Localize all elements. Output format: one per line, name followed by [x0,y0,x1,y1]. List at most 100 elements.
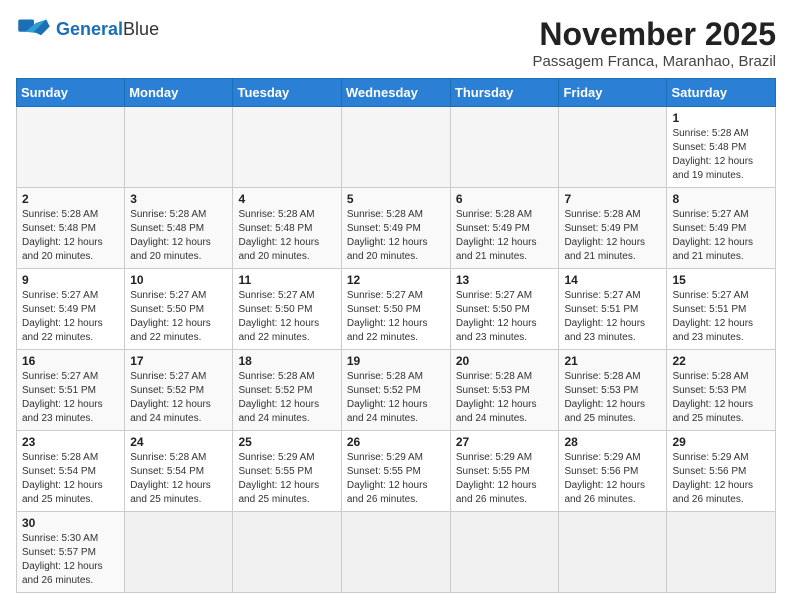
day-of-week-header: Sunday [17,79,125,107]
calendar-day-cell: 29 Sunrise: 5:29 AM Sunset: 5:56 PM Dayli… [667,431,776,512]
day-number: 21 [564,354,661,368]
day-info: Sunrise: 5:28 AM Sunset: 5:48 PM Dayligh… [672,127,770,183]
calendar-day-cell: 10Sunrise: 5:27 AM Sunset: 5:50 PM Dayli… [125,269,233,350]
day-info: Sunrise: 5:27 AM Sunset: 5:52 PM Dayligh… [130,370,227,426]
calendar-day-cell [233,107,341,188]
calendar-day-cell: 21 Sunrise: 5:28 AM Sunset: 5:53 PM Dayli… [559,350,667,431]
day-info: Sunrise: 5:27 AM Sunset: 5:49 PM Dayligh… [22,289,119,345]
calendar-day-cell: 28 Sunrise: 5:29 AM Sunset: 5:56 PM Dayli… [559,431,667,512]
day-number: 1 [672,111,770,125]
day-number: 14 [564,273,661,287]
calendar-day-cell [341,107,450,188]
day-info: Sunrise: 5:29 AM Sunset: 5:55 PM Dayligh… [347,451,445,507]
day-number: 30 [22,516,119,530]
day-number: 7 [564,192,661,206]
calendar-day-cell: 9 Sunrise: 5:27 AM Sunset: 5:49 PM Daylig… [17,269,125,350]
calendar-day-cell: 3Sunrise: 5:28 AM Sunset: 5:48 PM Daylig… [125,188,233,269]
day-info: Sunrise: 5:27 AM Sunset: 5:51 PM Dayligh… [672,289,770,345]
day-info: Sunrise: 5:29 AM Sunset: 5:55 PM Dayligh… [456,451,554,507]
day-number: 17 [130,354,227,368]
calendar-day-cell: 2 Sunrise: 5:28 AM Sunset: 5:48 PM Daylig… [17,188,125,269]
calendar-day-cell: 17 Sunrise: 5:27 AM Sunset: 5:52 PM Dayli… [125,350,233,431]
logo-text: GeneralBlue [56,20,159,40]
day-number: 12 [347,273,445,287]
day-info: Sunrise: 5:28 AM Sunset: 5:48 PM Dayligh… [22,208,119,264]
day-number: 26 [347,435,445,449]
calendar-day-cell: 23 Sunrise: 5:28 AM Sunset: 5:54 PM Dayli… [17,431,125,512]
location-title: Passagem Franca, Maranhao, Brazil [533,53,776,70]
day-number: 15 [672,273,770,287]
day-info: Sunrise: 5:29 AM Sunset: 5:56 PM Dayligh… [564,451,661,507]
calendar-day-cell [559,107,667,188]
day-of-week-header: Wednesday [341,79,450,107]
day-number: 13 [456,273,554,287]
day-number: 23 [22,435,119,449]
day-number: 8 [672,192,770,206]
calendar-day-cell [559,512,667,593]
day-of-week-header: Friday [559,79,667,107]
day-of-week-header: Monday [125,79,233,107]
day-info: Sunrise: 5:28 AM Sunset: 5:53 PM Dayligh… [672,370,770,426]
day-info: Sunrise: 5:30 AM Sunset: 5:57 PM Dayligh… [22,532,119,588]
day-number: 18 [238,354,335,368]
day-info: Sunrise: 5:27 AM Sunset: 5:49 PM Dayligh… [672,208,770,264]
day-info: Sunrise: 5:28 AM Sunset: 5:53 PM Dayligh… [564,370,661,426]
day-number: 9 [22,273,119,287]
day-number: 25 [238,435,335,449]
day-info: Sunrise: 5:28 AM Sunset: 5:52 PM Dayligh… [238,370,335,426]
day-info: Sunrise: 5:27 AM Sunset: 5:51 PM Dayligh… [22,370,119,426]
logo-icon [16,16,52,44]
title-block: November 2025 Passagem Franca, Maranhao,… [533,16,776,70]
day-number: 16 [22,354,119,368]
logo-blue: Blue [123,19,159,39]
day-info: Sunrise: 5:28 AM Sunset: 5:48 PM Dayligh… [130,208,227,264]
calendar-day-cell: 8 Sunrise: 5:27 AM Sunset: 5:49 PM Daylig… [667,188,776,269]
day-info: Sunrise: 5:27 AM Sunset: 5:50 PM Dayligh… [347,289,445,345]
calendar-day-cell [450,512,559,593]
calendar-day-cell: 24Sunrise: 5:28 AM Sunset: 5:54 PM Dayli… [125,431,233,512]
day-info: Sunrise: 5:29 AM Sunset: 5:56 PM Dayligh… [672,451,770,507]
day-info: Sunrise: 5:29 AM Sunset: 5:55 PM Dayligh… [238,451,335,507]
calendar-week-row: 23 Sunrise: 5:28 AM Sunset: 5:54 PM Dayli… [17,431,776,512]
day-info: Sunrise: 5:27 AM Sunset: 5:50 PM Dayligh… [238,289,335,345]
day-number: 19 [347,354,445,368]
calendar-week-row: 30 Sunrise: 5:30 AM Sunset: 5:57 PM Dayli… [17,512,776,593]
calendar-day-cell: 14Sunrise: 5:27 AM Sunset: 5:51 PM Dayli… [559,269,667,350]
day-info: Sunrise: 5:28 AM Sunset: 5:49 PM Dayligh… [564,208,661,264]
calendar-day-cell: 4Sunrise: 5:28 AM Sunset: 5:48 PM Daylig… [233,188,341,269]
day-of-week-header: Saturday [667,79,776,107]
calendar-day-cell [450,107,559,188]
calendar-day-cell: 12 Sunrise: 5:27 AM Sunset: 5:50 PM Dayli… [341,269,450,350]
day-number: 10 [130,273,227,287]
day-info: Sunrise: 5:27 AM Sunset: 5:50 PM Dayligh… [456,289,554,345]
day-number: 11 [238,273,335,287]
day-number: 5 [347,192,445,206]
calendar-day-cell [125,512,233,593]
calendar-day-cell: 26 Sunrise: 5:29 AM Sunset: 5:55 PM Dayli… [341,431,450,512]
calendar-day-cell: 19Sunrise: 5:28 AM Sunset: 5:52 PM Dayli… [341,350,450,431]
day-info: Sunrise: 5:28 AM Sunset: 5:54 PM Dayligh… [22,451,119,507]
day-number: 20 [456,354,554,368]
calendar-day-cell [17,107,125,188]
day-number: 2 [22,192,119,206]
calendar-day-cell: 11 Sunrise: 5:27 AM Sunset: 5:50 PM Dayli… [233,269,341,350]
calendar-day-cell [667,512,776,593]
day-number: 22 [672,354,770,368]
calendar-day-cell: 18 Sunrise: 5:28 AM Sunset: 5:52 PM Dayli… [233,350,341,431]
calendar-day-cell: 20Sunrise: 5:28 AM Sunset: 5:53 PM Dayli… [450,350,559,431]
day-number: 6 [456,192,554,206]
logo: GeneralBlue [16,16,159,44]
day-number: 29 [672,435,770,449]
calendar-day-cell: 22 Sunrise: 5:28 AM Sunset: 5:53 PM Dayli… [667,350,776,431]
day-of-week-header: Tuesday [233,79,341,107]
calendar-day-cell: 1 Sunrise: 5:28 AM Sunset: 5:48 PM Daylig… [667,107,776,188]
calendar-day-cell: 7 Sunrise: 5:28 AM Sunset: 5:49 PM Daylig… [559,188,667,269]
calendar-week-row: 2 Sunrise: 5:28 AM Sunset: 5:48 PM Daylig… [17,188,776,269]
calendar-day-cell: 15 Sunrise: 5:27 AM Sunset: 5:51 PM Dayli… [667,269,776,350]
calendar-day-cell: 13 Sunrise: 5:27 AM Sunset: 5:50 PM Dayli… [450,269,559,350]
day-info: Sunrise: 5:28 AM Sunset: 5:49 PM Dayligh… [347,208,445,264]
calendar-header-row: SundayMondayTuesdayWednesdayThursdayFrid… [17,79,776,107]
calendar-day-cell: 5 Sunrise: 5:28 AM Sunset: 5:49 PM Daylig… [341,188,450,269]
calendar-table: SundayMondayTuesdayWednesdayThursdayFrid… [16,78,776,593]
day-number: 28 [564,435,661,449]
